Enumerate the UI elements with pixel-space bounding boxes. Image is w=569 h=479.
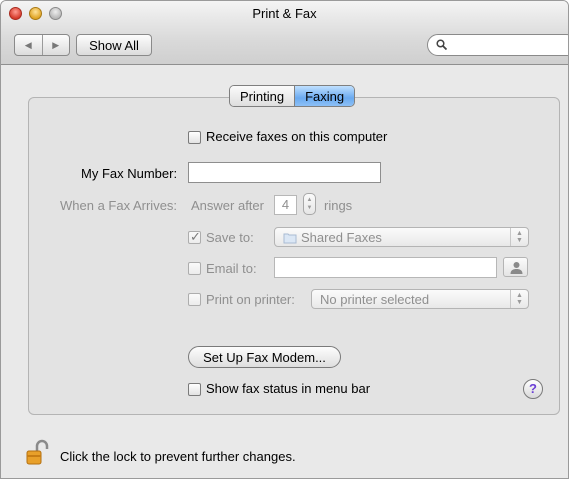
tab-bar: Printing Faxing xyxy=(229,85,356,107)
rings-count-field[interactable]: 4 xyxy=(274,195,297,215)
set-up-fax-modem-button[interactable]: Set Up Fax Modem... xyxy=(188,346,341,368)
tab-printing[interactable]: Printing xyxy=(230,86,296,106)
save-to-label: Save to: xyxy=(206,230,254,245)
window-title: Print & Fax xyxy=(252,6,317,21)
tab-faxing[interactable]: Faxing xyxy=(295,86,355,106)
show-all-button[interactable]: Show All xyxy=(76,34,152,56)
search-icon xyxy=(436,39,447,50)
email-to-field[interactable] xyxy=(274,257,497,278)
back-icon[interactable]: ◀ xyxy=(15,35,42,55)
answer-after-label: Answer after xyxy=(191,198,264,213)
email-to-checkbox[interactable] xyxy=(188,262,201,275)
address-book-button[interactable] xyxy=(503,257,528,277)
save-to-checkbox[interactable]: ✓ xyxy=(188,229,201,244)
when-fax-arrives-label: When a Fax Arrives: xyxy=(60,198,178,213)
search-field[interactable] xyxy=(427,34,568,56)
lock-icon[interactable] xyxy=(25,438,49,466)
print-on-printer-label: Print on printer: xyxy=(206,292,295,307)
back-forward-control[interactable]: ◀ ▶ xyxy=(14,34,70,56)
show-fax-status-label: Show fax status in menu bar xyxy=(206,381,371,396)
save-to-popup[interactable]: Shared Faxes ▲ ▼ xyxy=(274,227,529,247)
my-fax-number-field[interactable] xyxy=(188,162,381,183)
rings-label: rings xyxy=(324,198,353,213)
person-icon xyxy=(510,262,523,274)
rings-stepper[interactable]: ▲ ▼ xyxy=(303,193,316,215)
folder-icon xyxy=(283,233,297,244)
popup-arrows-icon: ▲ ▼ xyxy=(510,290,528,308)
checkmark-icon: ✓ xyxy=(190,229,201,244)
title-bar: Print & Fax ◀ ▶ Show All xyxy=(1,1,568,65)
forward-icon[interactable]: ▶ xyxy=(41,35,70,55)
show-fax-status-checkbox[interactable] xyxy=(188,383,201,396)
popup-arrows-icon: ▲ ▼ xyxy=(510,228,528,246)
my-fax-number-label: My Fax Number: xyxy=(81,166,178,181)
receive-faxes-label: Receive faxes on this computer xyxy=(206,129,388,144)
print-on-printer-checkbox[interactable] xyxy=(188,293,201,306)
save-to-value: Shared Faxes xyxy=(301,230,382,245)
email-to-label: Email to: xyxy=(206,261,257,276)
print-on-printer-value: No printer selected xyxy=(320,292,430,307)
receive-faxes-checkbox[interactable] xyxy=(188,131,201,144)
help-button[interactable]: ? xyxy=(523,379,543,399)
print-fax-window: Print & Fax ◀ ▶ Show All Printing Faxing… xyxy=(0,0,569,479)
lock-message: Click the lock to prevent further change… xyxy=(60,449,296,464)
print-on-printer-popup[interactable]: No printer selected ▲ ▼ xyxy=(311,289,529,309)
